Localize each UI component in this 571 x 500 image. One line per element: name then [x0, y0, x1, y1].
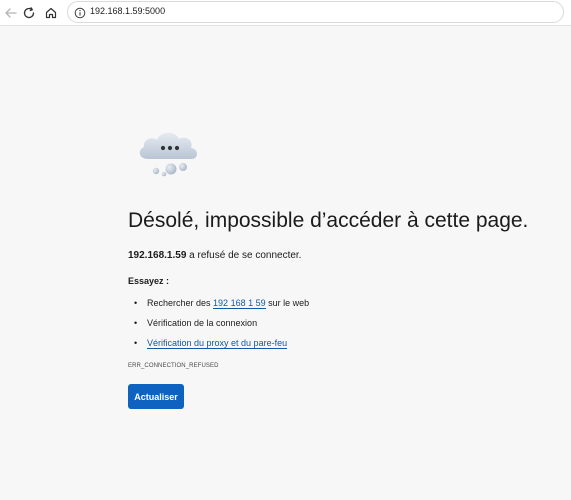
url-text[interactable]: 192.168.1.59:5000 [90, 6, 165, 16]
search-host-link[interactable]: 192 168 1 59 [213, 298, 266, 309]
suggestion-search: • Rechercher des 192 168 1 59 sur le web [134, 293, 309, 313]
page-title: Désolé, impossible d’accéder à cette pag… [128, 209, 529, 232]
suggestion-check-proxy: • Vérification du proxy et du pare-feu [134, 333, 309, 353]
reload-icon[interactable] [19, 3, 39, 23]
suggestion-list: • Rechercher des 192 168 1 59 sur le web… [134, 293, 309, 353]
reload-button[interactable]: Actualiser [128, 384, 184, 409]
info-icon[interactable] [74, 6, 86, 19]
suggestion-search-suffix: sur le web [265, 298, 310, 308]
back-arrow-icon[interactable] [1, 3, 21, 23]
error-code: ERR_CONNECTION_REFUSED [128, 363, 219, 369]
suggestion-search-prefix: Rechercher des [147, 298, 214, 308]
suggestion-check-connection: • Vérification de la connexion [134, 313, 309, 333]
home-icon[interactable] [41, 3, 61, 23]
refused-message: 192.168.1.59 a refusé de se connecter. [128, 250, 301, 261]
cloud-icon [134, 126, 204, 178]
bullet-icon: • [134, 318, 138, 328]
check-proxy-firewall-link[interactable]: Vérification du proxy et du pare-feu [147, 338, 288, 349]
address-bar[interactable]: 192.168.1.59:5000 [67, 1, 564, 23]
host-name: 192.168.1.59 [128, 250, 187, 261]
suggestion-check-connection-text: Vérification de la connexion [147, 318, 258, 328]
refused-text: a refusé de se connecter. [186, 250, 302, 261]
browser-toolbar: 192.168.1.59:5000 [0, 0, 571, 26]
try-label: Essayez : [128, 276, 170, 286]
bullet-icon: • [134, 298, 138, 308]
bullet-icon: • [134, 338, 138, 348]
